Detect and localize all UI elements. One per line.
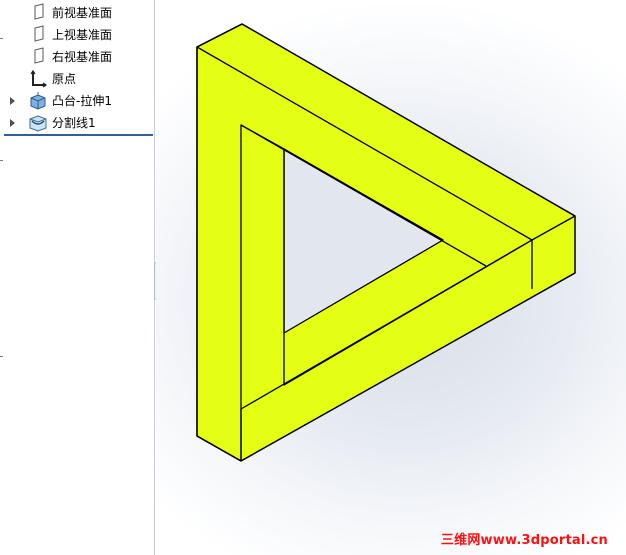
expand-arrow-icon[interactable] [10,97,15,105]
boss-extrude-icon [30,92,46,110]
tree-item-label: 分割线1 [52,116,96,130]
expand-arrow-icon[interactable] [10,119,15,127]
graphics-area[interactable] [156,0,626,555]
watermark-text: 三维网www.3dportal.cn [440,533,608,548]
feature-manager-tree: 前视基准面 上视基准面 右视基准面 原点 凸台-拉伸1 分割线1 [0,0,155,555]
rollback-bar[interactable] [4,134,153,136]
origin-icon [30,69,48,88]
tree-item-label: 前视基准面 [52,6,113,20]
tree-item-label: 原点 [52,72,77,86]
plane-icon [34,25,44,42]
tree-margin-tick [0,160,3,161]
tree-margin-tick [0,356,3,357]
tree-item-right-plane[interactable]: 右视基准面 [0,46,154,68]
impossible-triangle-model[interactable] [156,0,626,555]
tree-item-label: 右视基准面 [52,50,113,64]
tree-item-split-line[interactable]: 分割线1 [0,112,154,134]
split-line-icon [29,115,47,132]
tree-item-label: 凸台-拉伸1 [52,94,112,108]
tree-item-top-plane[interactable]: 上视基准面 [0,24,154,46]
plane-icon [34,3,44,20]
tree-item-origin[interactable]: 原点 [0,68,154,90]
tree-item-boss-extrude[interactable]: 凸台-拉伸1 [0,90,154,112]
plane-icon [34,47,44,64]
tree-item-label: 上视基准面 [52,28,113,42]
tree-item-front-plane[interactable]: 前视基准面 [0,2,154,24]
